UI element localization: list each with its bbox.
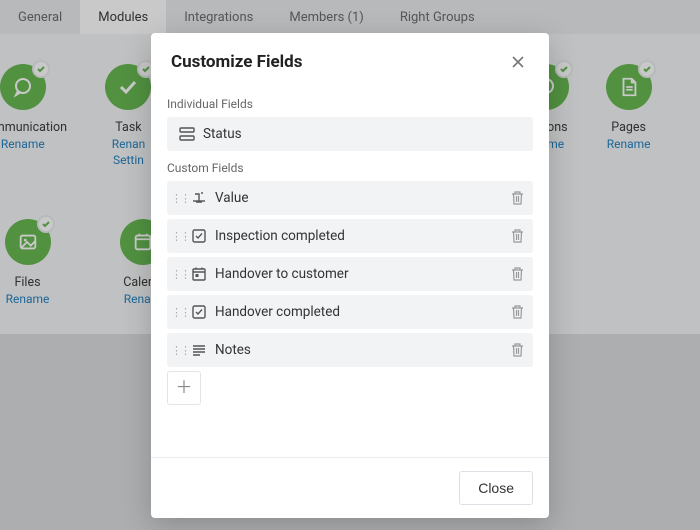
field-name: Handover completed bbox=[215, 304, 509, 320]
field-name: Status bbox=[203, 126, 525, 142]
drag-handle-icon[interactable]: ⋮⋮ bbox=[175, 344, 185, 357]
plus-icon: ＋ bbox=[176, 380, 193, 397]
individual-fields-label: Individual Fields bbox=[167, 97, 533, 111]
trash-icon[interactable] bbox=[509, 228, 525, 244]
trash-icon[interactable] bbox=[509, 342, 525, 358]
checkbox-field-icon bbox=[191, 304, 207, 320]
field-row-handover-completed[interactable]: ⋮⋮ Handover completed bbox=[167, 295, 533, 329]
close-button[interactable]: Close bbox=[459, 471, 533, 505]
field-row-inspection[interactable]: ⋮⋮ Inspection completed bbox=[167, 219, 533, 253]
field-row-status[interactable]: Status bbox=[167, 117, 533, 151]
add-field-button[interactable]: ＋ bbox=[167, 371, 201, 405]
trash-icon[interactable] bbox=[509, 266, 525, 282]
field-name: Inspection completed bbox=[215, 228, 509, 244]
number-field-icon bbox=[191, 190, 207, 206]
custom-fields-label: Custom Fields bbox=[167, 161, 533, 175]
field-row-handover-date[interactable]: ⋮⋮ Handover to customer bbox=[167, 257, 533, 291]
drag-handle-icon[interactable]: ⋮⋮ bbox=[175, 268, 185, 281]
customize-fields-modal: Customize Fields Individual Fields Statu… bbox=[151, 33, 549, 518]
drag-handle-icon[interactable]: ⋮⋮ bbox=[175, 306, 185, 319]
field-name: Handover to customer bbox=[215, 266, 509, 282]
date-field-icon bbox=[191, 266, 207, 282]
text-field-icon bbox=[191, 342, 207, 358]
status-field-icon bbox=[179, 126, 195, 142]
close-icon[interactable] bbox=[507, 51, 529, 73]
trash-icon[interactable] bbox=[509, 190, 525, 206]
field-name: Notes bbox=[215, 342, 509, 358]
field-row-value[interactable]: ⋮⋮ Value bbox=[167, 181, 533, 215]
trash-icon[interactable] bbox=[509, 304, 525, 320]
field-name: Value bbox=[215, 190, 509, 206]
close-button-label: Close bbox=[478, 480, 514, 496]
field-row-notes[interactable]: ⋮⋮ Notes bbox=[167, 333, 533, 367]
drag-handle-icon[interactable]: ⋮⋮ bbox=[175, 230, 185, 243]
checkbox-field-icon bbox=[191, 228, 207, 244]
modal-title: Customize Fields bbox=[171, 52, 302, 72]
drag-handle-icon[interactable]: ⋮⋮ bbox=[175, 192, 185, 205]
